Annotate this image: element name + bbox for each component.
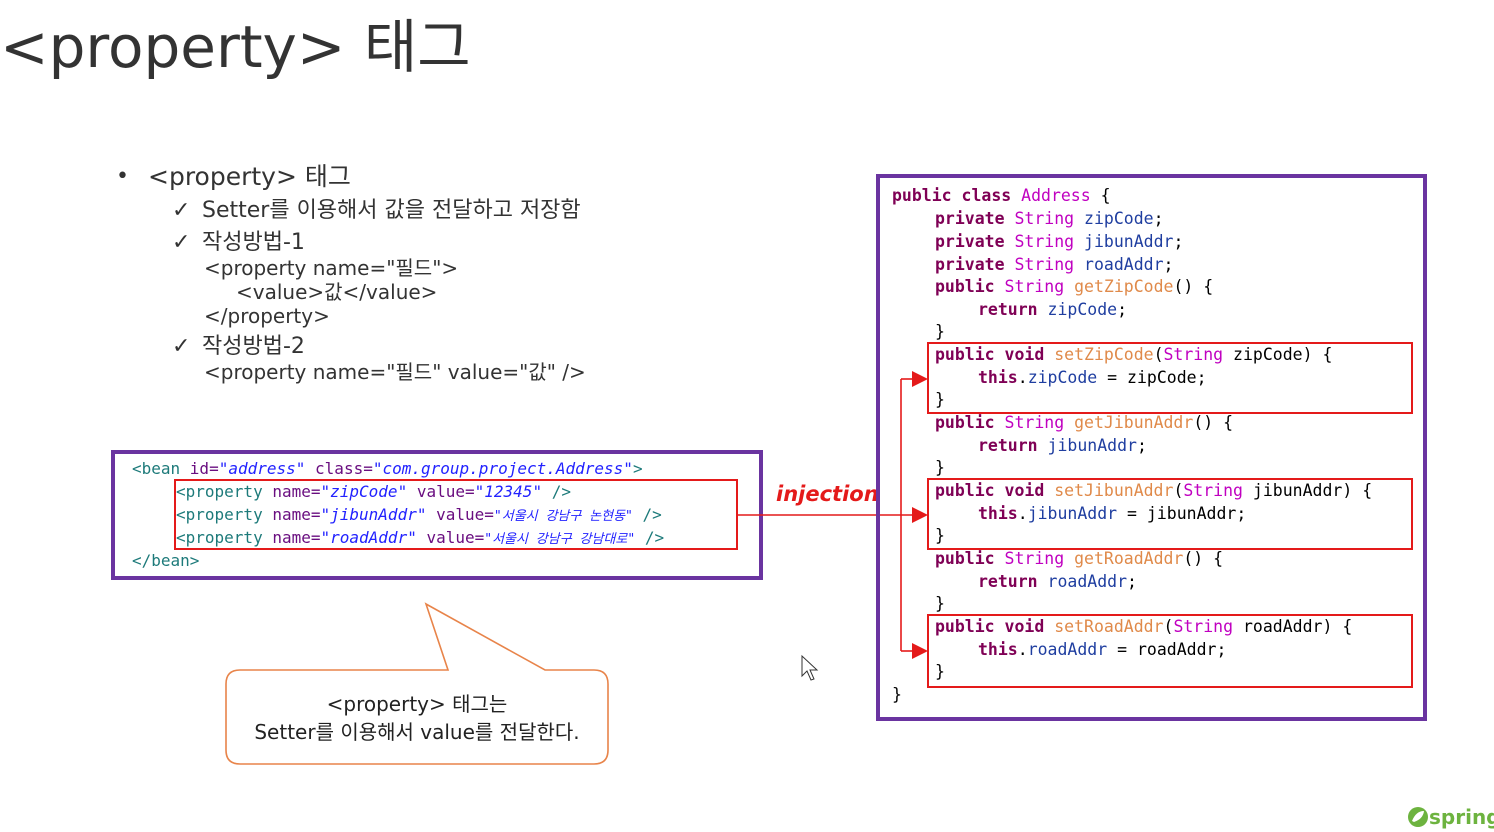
java-getter: public String getJibunAddr() { xyxy=(935,413,1234,432)
java-field: private String zipCode; xyxy=(935,209,1164,228)
java-return: return roadAddr; xyxy=(978,572,1137,591)
java-getter: public String getRoadAddr() { xyxy=(935,549,1224,568)
callout-line-1: <property> 태그는 xyxy=(326,692,508,716)
java-brace: } xyxy=(935,322,945,341)
java-field: private String roadAddr; xyxy=(935,255,1174,274)
spring-logo-text: spring xyxy=(1429,805,1494,829)
java-setter-body: this.zipCode = zipCode; xyxy=(978,368,1207,387)
java-setter: public void setJibunAddr(String jibunAdd… xyxy=(935,481,1373,500)
java-field: private String jibunAddr; xyxy=(935,232,1184,251)
java-brace: } xyxy=(935,662,945,681)
java-setter: public void setZipCode(String zipCode) { xyxy=(935,345,1333,364)
callout-bubble: <property> 태그는 Setter를 이용해서 value를 전달한다. xyxy=(226,690,608,746)
java-return: return jibunAddr; xyxy=(978,436,1147,455)
spring-leaf-icon xyxy=(1408,807,1428,827)
spring-logo: spring xyxy=(1407,805,1494,829)
java-getter: public String getZipCode() { xyxy=(935,277,1214,296)
java-class-close: } xyxy=(892,685,902,704)
java-return: return zipCode; xyxy=(978,300,1128,319)
java-setter-body: this.jibunAddr = jibunAddr; xyxy=(978,504,1247,523)
java-setter: public void setRoadAddr(String roadAddr)… xyxy=(935,617,1353,636)
java-class-decl: public class Address { xyxy=(892,186,1111,205)
java-setter-body: this.roadAddr = roadAddr; xyxy=(978,640,1227,659)
java-brace: } xyxy=(935,390,945,409)
java-brace: } xyxy=(935,526,945,545)
java-brace: } xyxy=(935,458,945,477)
callout-line-2: Setter를 이용해서 value를 전달한다. xyxy=(254,720,580,744)
java-brace: } xyxy=(935,594,945,613)
